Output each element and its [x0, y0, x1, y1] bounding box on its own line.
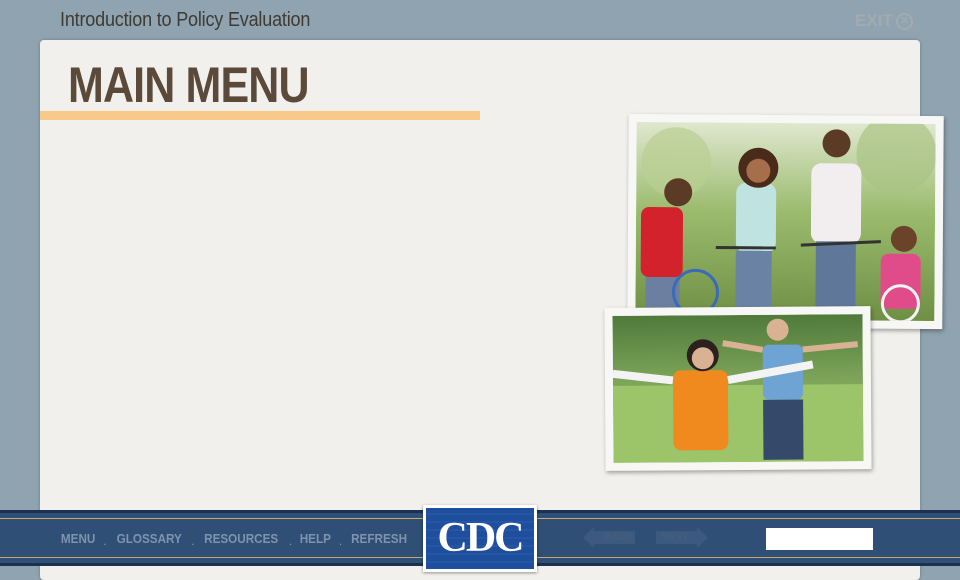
nav-separator: . — [103, 534, 107, 548]
course-title: Introduction to Policy Evaluation — [60, 9, 311, 31]
cdc-logo-text: CDC — [437, 515, 525, 561]
next-button[interactable]: NEXT — [656, 527, 708, 553]
nav-menu-link[interactable]: MENU — [61, 531, 95, 546]
next-label: NEXT — [661, 532, 689, 543]
nav-separator: . — [191, 534, 195, 548]
nav-glossary-link[interactable]: GLOSSARY — [116, 531, 181, 546]
title-underline — [40, 111, 480, 120]
seniors-exercising-photo — [604, 306, 872, 471]
back-label: BACK — [604, 532, 635, 543]
back-button[interactable]: BACK — [583, 527, 635, 553]
cdc-logo: CDC — [423, 505, 537, 572]
nav-separator: . — [338, 534, 343, 548]
exit-label: EXIT — [855, 11, 893, 30]
exit-button[interactable]: EXIT ✕ — [855, 11, 913, 31]
nav-help-link[interactable]: HELP — [300, 531, 331, 546]
nav-resources-link[interactable]: RESOURCES — [205, 531, 279, 546]
footer-nav-links: MENU . GLOSSARY . RESOURCES . HELP . REF… — [59, 520, 410, 556]
family-biking-photo — [627, 113, 944, 330]
nav-separator: . — [288, 534, 293, 548]
page-title: MAIN MENU — [68, 57, 310, 113]
circle-x-icon: ✕ — [895, 12, 913, 30]
nav-refresh-link[interactable]: REFRESH — [351, 531, 407, 546]
progress-box — [766, 528, 873, 550]
